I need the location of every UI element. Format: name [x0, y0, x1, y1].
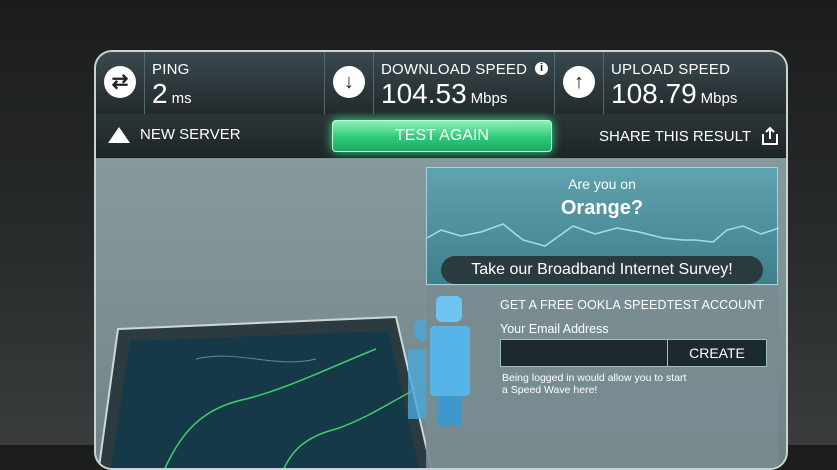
download-label: DOWNLOAD SPEED — [381, 61, 528, 78]
new-server-label: NEW SERVER — [140, 126, 241, 143]
upload-value: 108.79 — [611, 78, 697, 109]
survey-button[interactable]: Take our Broadband Internet Survey! — [441, 256, 763, 284]
speedtest-frame: ⇄ PING 2 ms ↓ DOWNLOAD SPEED i 104.53 Mbps… — [94, 50, 788, 470]
create-button[interactable]: CREATE — [667, 339, 767, 367]
ping-unit: ms — [171, 90, 192, 107]
isp-name: Orange? — [560, 197, 644, 219]
email-field[interactable] — [500, 339, 668, 367]
download-unit: Mbps — [470, 90, 508, 107]
share-icon — [761, 126, 778, 145]
swap-arrows-icon: ⇄ — [104, 66, 136, 98]
signup-title: GET A FREE OOKLA SPEEDTEST ACCOUNT — [500, 298, 765, 312]
arrow-down-icon: ↓ — [333, 66, 365, 98]
upload-stat: ↑ UPLOAD SPEED 108.79 Mbps — [555, 52, 786, 114]
stats-bar: ⇄ PING 2 ms ↓ DOWNLOAD SPEED i 104.53 Mbps… — [96, 52, 786, 115]
download-value-row: 104.53 Mbps — [381, 79, 507, 114]
upload-unit: Mbps — [700, 90, 738, 107]
share-label: SHARE THIS RESULT — [599, 127, 751, 145]
triangle-icon — [108, 126, 130, 143]
ping-value-row: 2 ms — [152, 79, 192, 114]
wave-graphic — [427, 223, 779, 247]
info-icon[interactable]: i — [535, 62, 548, 75]
ping-value: 2 — [152, 78, 168, 109]
results-stage: Are you on Orange? Take our Broadband In… — [96, 159, 786, 468]
test-again-button[interactable]: TEST AGAIN — [332, 120, 552, 152]
share-result-button[interactable]: SHARE THIS RESULT — [599, 126, 779, 146]
isp-survey-panel: Are you on Orange? Take our Broadband In… — [426, 167, 779, 285]
email-label: Your Email Address — [500, 322, 609, 336]
account-signup-panel: GET A FREE OOKLA SPEEDTEST ACCOUNT Your … — [426, 286, 778, 468]
arrow-up-icon: ↑ — [563, 66, 595, 98]
signup-note: Being logged in would allow you to start… — [502, 372, 687, 396]
download-stat: ↓ DOWNLOAD SPEED i 104.53 Mbps — [325, 52, 555, 114]
isp-question: Are you on — [568, 176, 636, 192]
action-bar: NEW SERVER TEST AGAIN SHARE THIS RESULT — [96, 114, 786, 159]
new-server-button[interactable]: NEW SERVER — [108, 126, 241, 143]
ping-label: PING — [152, 61, 190, 78]
map-graphic — [97, 315, 436, 468]
upload-label: UPLOAD SPEED — [611, 61, 731, 78]
ping-stat: ⇄ PING 2 ms — [96, 52, 325, 114]
download-value: 104.53 — [381, 78, 467, 109]
upload-value-row: 108.79 Mbps — [611, 79, 737, 114]
